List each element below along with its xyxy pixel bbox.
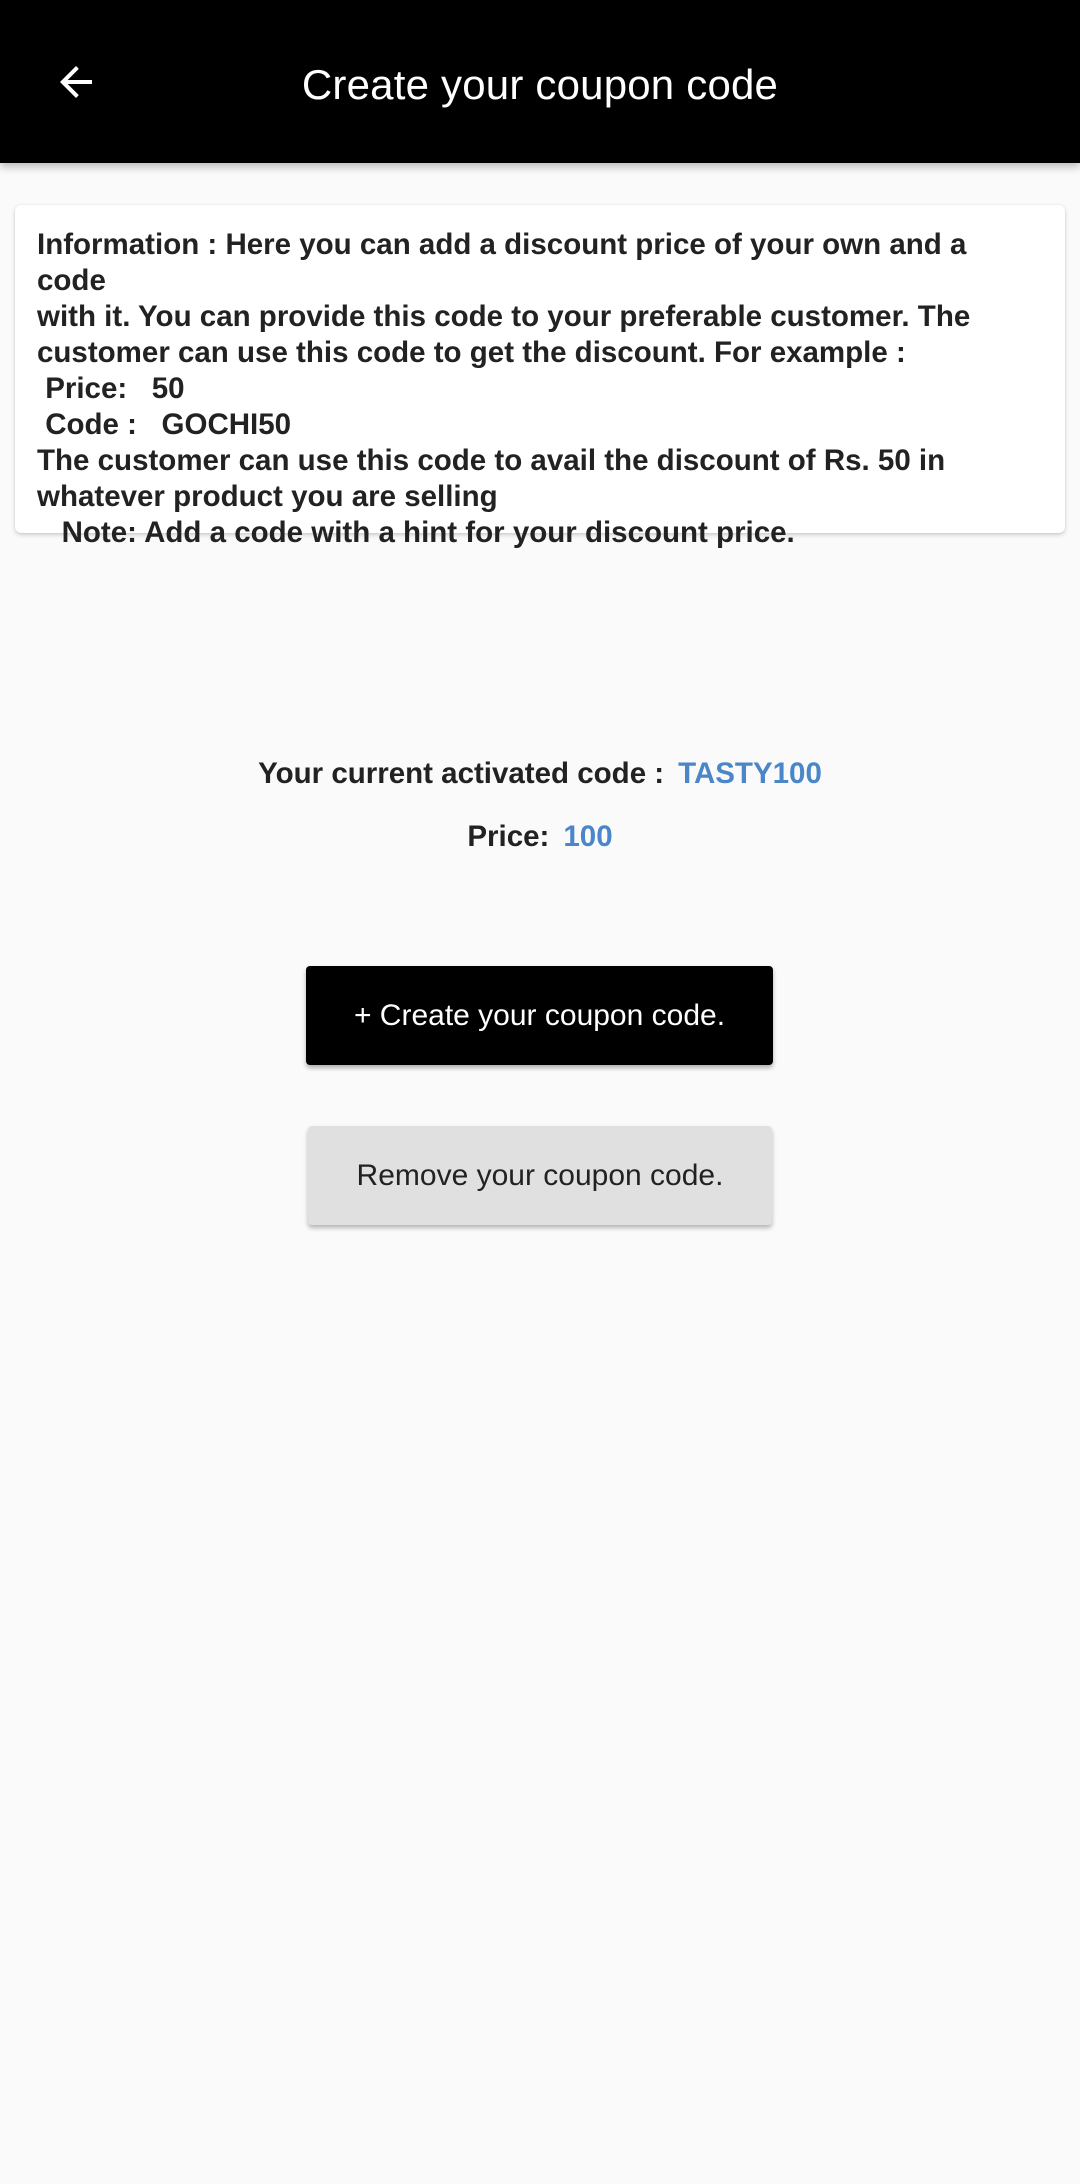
price-row: Price: 100 [0, 815, 1080, 859]
info-line: whatever product you are selling [37, 480, 498, 513]
current-code-value: TASTY100 [678, 757, 822, 790]
info-line: customer can use this code to get the di… [37, 336, 906, 369]
current-code-label: Your current activated code : [258, 757, 665, 790]
arrow-left-icon [60, 66, 92, 98]
info-line: Price: 50 [37, 372, 185, 405]
price-label: Price: [467, 820, 550, 853]
page-title: Create your coupon code [301, 61, 779, 108]
information-text: Information : Here you can add a discoun… [37, 227, 1043, 551]
price-value: 100 [563, 820, 613, 853]
create-coupon-button[interactable]: + Create your coupon code. [306, 966, 773, 1065]
info-line: Note: Add a code with a hint for your di… [37, 516, 795, 549]
back-button[interactable] [40, 46, 112, 118]
info-line: Information : Here you can add a discoun… [37, 228, 975, 297]
remove-coupon-button[interactable]: Remove your coupon code. [308, 1126, 772, 1225]
information-card: Information : Here you can add a discoun… [15, 205, 1065, 549]
info-line: Code : GOCHI50 [37, 408, 292, 441]
app-bar: Create your coupon code [0, 0, 1080, 163]
current-code-row: Your current activated code : TASTY100 [0, 752, 1080, 796]
info-line: with it. You can provide this code to yo… [37, 300, 971, 333]
info-line: The customer can use this code to avail … [37, 444, 946, 477]
